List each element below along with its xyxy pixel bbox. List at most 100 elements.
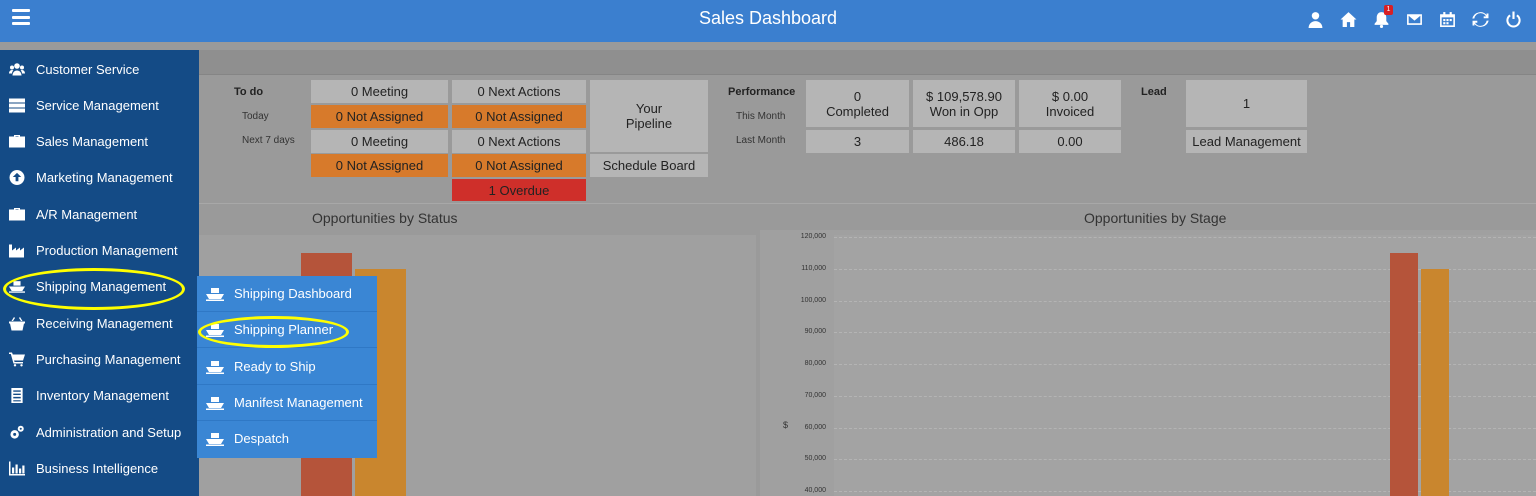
today-meeting-cell[interactable]: 0 Meeting bbox=[311, 80, 448, 103]
lead-title: Lead bbox=[1141, 86, 1167, 98]
shipping-submenu: Shipping Dashboard Shipping Planner Read… bbox=[197, 276, 377, 458]
overdue-cell[interactable]: 1 Overdue bbox=[452, 179, 586, 201]
lead-management-cell[interactable]: Lead Management bbox=[1186, 130, 1307, 153]
user-icon[interactable] bbox=[1299, 8, 1332, 30]
calendar-icon[interactable] bbox=[1431, 8, 1464, 30]
briefcase-icon bbox=[8, 206, 26, 222]
sidebar-item-label: Business Intelligence bbox=[36, 460, 159, 476]
next7-meeting-cell[interactable]: 0 Meeting bbox=[311, 130, 448, 153]
won-in-opp-cell[interactable]: $ 109,578.90 Won in Opp bbox=[913, 80, 1015, 127]
sidebar-item-label: Service Management bbox=[36, 97, 159, 113]
sidebar-item-inventory-management[interactable]: Inventory Management bbox=[0, 378, 199, 412]
submenu-label: Despatch bbox=[234, 431, 289, 446]
ship-icon bbox=[206, 360, 224, 374]
basket-icon bbox=[8, 315, 26, 331]
section-divider bbox=[199, 203, 1536, 204]
sidebar-item-label: Customer Service bbox=[36, 61, 140, 77]
submenu-label: Shipping Dashboard bbox=[234, 286, 352, 301]
submenu-despatch[interactable]: Despatch bbox=[197, 421, 377, 457]
todo-today-label: Today bbox=[242, 111, 269, 122]
top-strip bbox=[199, 50, 1536, 75]
submenu-ready-to-ship[interactable]: Ready to Ship bbox=[197, 349, 377, 385]
performance-title: Performance bbox=[728, 86, 796, 98]
ship-icon bbox=[206, 287, 224, 301]
chart-title-stage: Opportunities by Stage bbox=[1084, 210, 1227, 226]
sidebar-item-service-management[interactable]: Service Management bbox=[0, 88, 199, 122]
top-header: Sales Dashboard 1 bbox=[0, 0, 1536, 42]
won-value: $ 109,578.90 bbox=[926, 88, 1002, 104]
sidebar-item-receiving-management[interactable]: Receiving Management bbox=[0, 306, 199, 340]
submenu-shipping-planner[interactable]: Shipping Planner bbox=[197, 312, 377, 348]
lead-count-cell[interactable]: 1 bbox=[1186, 80, 1307, 127]
y-axis-label: $ bbox=[782, 420, 788, 430]
schedule-board-cell[interactable]: Schedule Board bbox=[590, 154, 708, 177]
y-tick-label: 60,000 bbox=[804, 423, 826, 431]
users-icon bbox=[8, 61, 26, 77]
sidebar-item-label: Shipping Management bbox=[36, 278, 167, 294]
today-actions-cell[interactable]: 0 Next Actions bbox=[452, 80, 586, 103]
y-tick-label: 50,000 bbox=[804, 455, 826, 463]
completed-label: Completed bbox=[826, 103, 889, 119]
mail-icon[interactable] bbox=[1398, 8, 1431, 30]
power-icon[interactable] bbox=[1497, 8, 1530, 30]
y-tick-label: 100,000 bbox=[800, 296, 826, 304]
submenu-label: Shipping Planner bbox=[234, 322, 334, 337]
industry-icon bbox=[8, 242, 26, 258]
briefcase-icon bbox=[8, 133, 26, 149]
sidebar-item-sales-management[interactable]: Sales Management bbox=[0, 124, 199, 158]
today-meeting-not-assigned-cell[interactable]: 0 Not Assigned bbox=[311, 105, 448, 128]
sidebar-item-shipping-management[interactable]: Shipping Management bbox=[0, 269, 199, 303]
last-month-label: Last Month bbox=[736, 135, 786, 146]
submenu-manifest-management[interactable]: Manifest Management bbox=[197, 385, 377, 421]
bar-chart-icon bbox=[8, 460, 26, 476]
invoiced-cell[interactable]: $ 0.00 Invoiced bbox=[1019, 80, 1121, 127]
invoiced-label: Invoiced bbox=[1045, 103, 1095, 119]
cart-icon bbox=[8, 351, 26, 367]
notification-badge: 1 bbox=[1384, 5, 1393, 15]
gridline bbox=[834, 237, 1536, 238]
y-tick-label: 120,000 bbox=[800, 233, 826, 240]
ship-icon bbox=[8, 278, 26, 294]
sidebar-item-label: Purchasing Management bbox=[36, 351, 181, 367]
sidebar-item-purchasing-management[interactable]: Purchasing Management bbox=[0, 342, 199, 376]
sidebar-item-production-management[interactable]: Production Management bbox=[0, 233, 199, 267]
sidebar-item-label: Production Management bbox=[36, 242, 178, 258]
ship-icon bbox=[206, 323, 224, 337]
home-icon[interactable] bbox=[1332, 8, 1365, 30]
today-actions-not-assigned-cell[interactable]: 0 Not Assigned bbox=[452, 105, 586, 128]
todo-next7-label: Next 7 days bbox=[242, 135, 295, 146]
sidebar-item-administration-and-setup[interactable]: Administration and Setup bbox=[0, 415, 199, 449]
submenu-shipping-dashboard[interactable]: Shipping Dashboard bbox=[197, 276, 377, 312]
won-label: Won in Opp bbox=[929, 103, 999, 119]
completed-cell[interactable]: 0 Completed bbox=[806, 80, 909, 127]
sidebar-item-marketing-management[interactable]: Marketing Management bbox=[0, 160, 199, 194]
y-tick-label: 40,000 bbox=[804, 487, 826, 494]
submenu-label: Ready to Ship bbox=[234, 359, 316, 374]
pipeline-line1: Your bbox=[635, 101, 663, 116]
sidebar-item-customer-service[interactable]: Customer Service bbox=[0, 52, 199, 86]
this-month-label: This Month bbox=[736, 111, 786, 122]
pipeline-line2: Pipeline bbox=[625, 116, 673, 131]
last-month-won-cell[interactable]: 486.18 bbox=[913, 130, 1015, 153]
sidebar-item-ar-management[interactable]: A/R Management bbox=[0, 197, 199, 231]
sidebar-item-business-intelligence[interactable]: Business Intelligence bbox=[0, 451, 199, 485]
bell-icon[interactable]: 1 bbox=[1365, 5, 1398, 30]
next7-meeting-not-assigned-cell[interactable]: 0 Not Assigned bbox=[311, 154, 448, 177]
y-tick-label: 110,000 bbox=[801, 264, 826, 272]
todo-title: To do bbox=[234, 86, 264, 98]
y-tick-label: 70,000 bbox=[804, 391, 826, 399]
refresh-icon[interactable] bbox=[1464, 8, 1497, 30]
opportunities-by-stage-chart: 120,000 110,000 100,000 90,000 80,000 70,000 6… bbox=[760, 230, 1536, 496]
stage-bar-2[interactable] bbox=[1421, 268, 1449, 496]
last-month-invoiced-cell[interactable]: 0.00 bbox=[1019, 130, 1121, 153]
sidebar-item-label: A/R Management bbox=[36, 206, 138, 222]
last-month-completed-cell[interactable]: 3 bbox=[806, 130, 909, 153]
your-pipeline-cell[interactable]: Your Pipeline bbox=[590, 80, 708, 152]
list-icon bbox=[8, 387, 26, 403]
submenu-label: Manifest Management bbox=[234, 395, 363, 410]
next7-actions-cell[interactable]: 0 Next Actions bbox=[452, 130, 586, 153]
stage-bar-1[interactable] bbox=[1390, 252, 1418, 496]
next7-actions-not-assigned-cell[interactable]: 0 Not Assigned bbox=[452, 154, 586, 177]
sidebar: Customer Service Service Management Sale… bbox=[0, 50, 199, 496]
header-toolbar: 1 bbox=[1299, 5, 1530, 30]
